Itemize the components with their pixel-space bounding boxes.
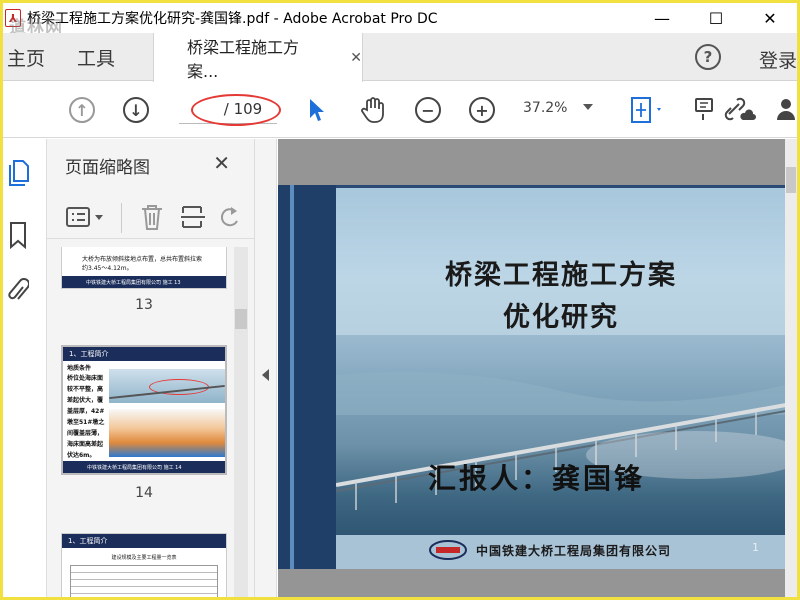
document-scrollbar[interactable] (785, 139, 797, 597)
slide-title-line-1: 桥梁工程施工方案 (445, 260, 677, 291)
fit-page-icon (631, 97, 661, 123)
slide-title-line-2: 优化研究 (503, 302, 619, 333)
tab-bar: 主页 工具 桥梁工程施工方案... ✕ ? 登录 (3, 33, 797, 82)
slide-left-stripe (290, 185, 294, 569)
thumbnail-15-header: 1、工程简介 (62, 534, 226, 548)
panel-close-icon[interactable]: ✕ (213, 151, 230, 175)
bookmarks-button[interactable] (7, 221, 29, 250)
trash-icon[interactable] (139, 203, 165, 231)
next-page-button[interactable]: ↓ (123, 96, 149, 124)
thumbnail-page-13[interactable]: 大桥为布放倾斜接地点布置，总共布置斜拉索约3.45～4.12m。 中铁铁建大桥工… (61, 247, 227, 289)
minus-icon: − (415, 97, 441, 123)
plus-icon: + (469, 97, 495, 123)
hand-icon (361, 97, 384, 123)
maximize-button[interactable]: ☐ (689, 3, 743, 33)
panel-toolbar (47, 195, 255, 239)
thumbnails-panel: 页面缩略图 ✕ 大桥为布放倾斜接地点布置，总共布置斜拉索约3.45～4.12m。… (47, 139, 255, 597)
extract-pages-icon[interactable] (179, 203, 207, 231)
pages-icon (9, 160, 29, 186)
person-icon (777, 99, 795, 120)
thumbnail-15-table (70, 565, 218, 597)
slide-organization: 中国铁建大桥工程局集团有限公司 (476, 544, 672, 558)
thumbnail-15-table-title: 建设规模及主要工程量一览表 (111, 555, 177, 561)
tab-close-icon[interactable]: ✕ (350, 50, 362, 66)
thumbnail-14-bridge-photo (109, 369, 225, 403)
toolbar-divider (121, 203, 122, 233)
thumbnail-14-header: 1、工程简介 (63, 347, 225, 361)
select-tool-button[interactable] (305, 96, 327, 124)
thumbnail-14-heading: 地质条件 (67, 365, 92, 372)
thumbnail-options-icon[interactable] (65, 205, 109, 229)
fit-page-button[interactable] (629, 96, 665, 124)
toolbar: ↑ ↓ / 109 − + 37.2% (3, 82, 797, 138)
minimize-button[interactable]: — (635, 3, 689, 33)
hand-tool-button[interactable] (359, 96, 387, 124)
thumbnail-page-15[interactable]: 1、工程简介 建设规模及主要工程量一览表 (61, 533, 227, 597)
zoom-level[interactable]: 37.2% (523, 100, 567, 116)
arrow-down-icon: ↓ (123, 97, 149, 123)
tab-tools[interactable]: 工具 (77, 33, 115, 81)
zoom-in-button[interactable]: + (469, 96, 495, 124)
cursor-arrow-icon (310, 99, 324, 121)
thumbnail-14-number: 14 (135, 485, 153, 501)
help-icon[interactable]: ? (695, 44, 721, 70)
thumbnail-14-geology-diagram (109, 409, 225, 457)
thumbnail-list: 大桥为布放倾斜接地点布置，总共布置斜拉索约3.45～4.12m。 中铁铁建大桥工… (47, 247, 255, 597)
panel-collapse-strip[interactable] (255, 139, 277, 597)
thumbnail-13-text: 大桥为布放倾斜接地点布置，总共布置斜拉索约3.45～4.12m。 (82, 256, 203, 272)
previous-page-button[interactable]: ↑ (69, 96, 95, 124)
thumbnail-scrollbar[interactable] (234, 247, 248, 597)
bookmark-icon (10, 222, 26, 250)
panel-title: 页面缩略图 (65, 158, 150, 178)
slide-page-number: 1 (752, 541, 759, 554)
login-button[interactable]: 登录 (759, 46, 797, 73)
slide-reporter: 汇报人：龚国锋 (428, 462, 646, 495)
acrobat-window: ⅄ 桥梁工程施工方案优化研究-龚国锋.pdf - Adobe Acrobat P… (0, 0, 800, 600)
thumbnail-scrollbar-thumb[interactable] (235, 309, 247, 329)
zoom-dropdown-icon[interactable] (583, 104, 593, 110)
window-controls: — ☐ ✕ (635, 3, 797, 33)
thumbnail-page-14[interactable]: 1、工程简介 地质条件 桥位处海床面较不平整，高差起伏大，覆盖层厚，42#墩至5… (61, 345, 227, 475)
thumbnail-13-number: 13 (135, 297, 153, 313)
title-bar: ⅄ 桥梁工程施工方案优化研究-龚国锋.pdf - Adobe Acrobat P… (3, 3, 797, 33)
attachments-button[interactable] (7, 277, 30, 303)
thumbnail-14-footer: 中铁铁建大桥工程局集团有限公司 施工 14 (63, 461, 225, 473)
window-title: 桥梁工程施工方案优化研究-龚国锋.pdf - Adobe Acrobat Pro… (27, 11, 438, 27)
share-link-button[interactable] (723, 96, 757, 124)
left-navigation-strip (3, 139, 47, 597)
tab-document[interactable]: 桥梁工程施工方案... ✕ (153, 33, 363, 82)
rotate-icon[interactable] (221, 205, 241, 229)
slide-left-bar (278, 185, 336, 569)
bridge-illustration (335, 372, 786, 510)
tab-document-label: 桥梁工程施工方案... (187, 37, 300, 81)
zoom-out-button[interactable]: − (415, 96, 441, 124)
comment-icon (695, 98, 713, 120)
document-scrollbar-thumb[interactable] (786, 167, 796, 193)
collapse-left-icon[interactable] (262, 369, 269, 381)
company-logo-icon (429, 540, 467, 560)
slide-title: 桥梁工程施工方案 优化研究 (336, 255, 786, 339)
tab-home[interactable]: 主页 (7, 33, 45, 81)
thumbnail-13-footer: 中铁铁建大桥工程局集团有限公司 施工 13 (62, 276, 226, 288)
slide-bridge-photo (335, 335, 786, 535)
document-view: 桥梁工程施工方案 优化研究 汇报人：龚国锋 中国铁建大桥工程局集团有限公司 1 (278, 139, 797, 597)
slide-page-1: 桥梁工程施工方案 优化研究 汇报人：龚国锋 中国铁建大桥工程局集团有限公司 1 (278, 185, 786, 569)
comment-tool-button[interactable] (693, 96, 715, 124)
thumbnail-14-body: 桥位处海床面较不平整，高差起伏大，覆盖层厚，42#墩至51#墩之间覆盖层薄，海床… (67, 375, 105, 459)
red-highlight-oval (191, 94, 281, 126)
page-thumbnails-button[interactable] (7, 159, 29, 186)
link-cloud-icon (724, 97, 756, 121)
arrow-up-icon: ↑ (69, 97, 95, 123)
user-share-button[interactable] (775, 96, 797, 124)
paperclip-icon (8, 278, 30, 300)
close-window-button[interactable]: ✕ (743, 3, 797, 33)
